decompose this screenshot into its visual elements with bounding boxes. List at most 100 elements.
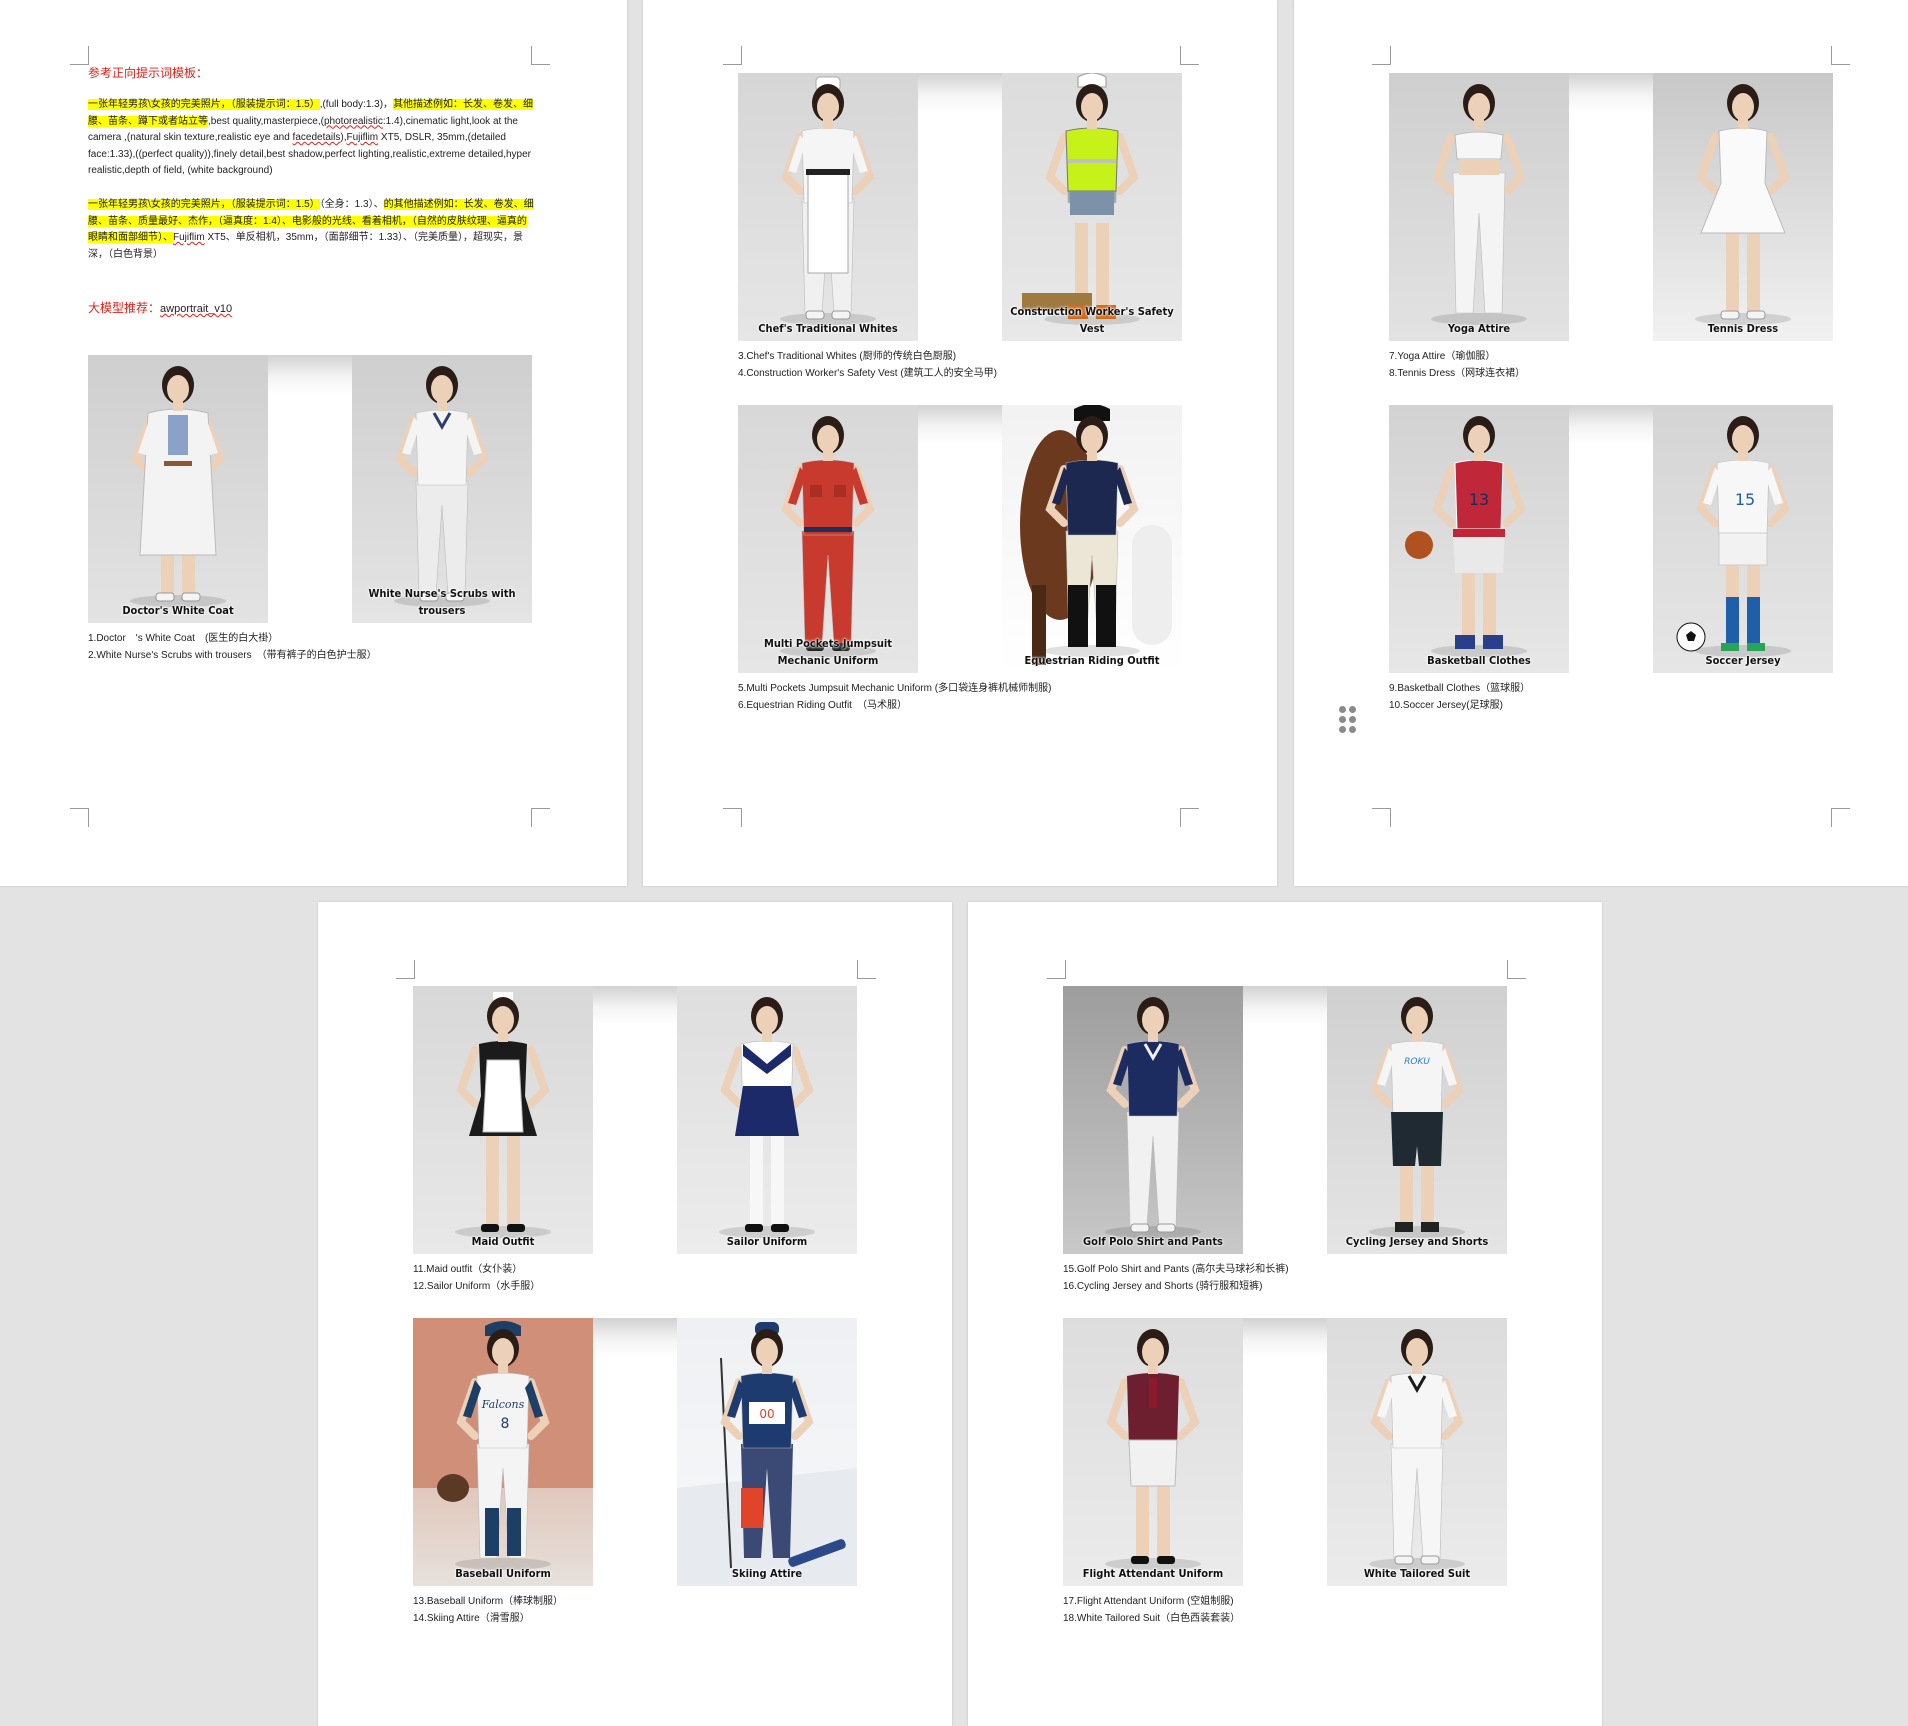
description-line: 8.Tennis Dress（网球连衣裙） <box>1389 368 1526 379</box>
margin-mark <box>1831 808 1850 827</box>
portrait-figure <box>1002 405 1182 673</box>
svg-text:15: 15 <box>1735 490 1755 509</box>
spellcheck-word: Fujiflim <box>346 132 379 143</box>
model-name: awportrait_v10 <box>160 303 233 315</box>
prompt-paragraph-en: 一张年轻男孩\女孩的完美照片，（服装提示词：1.5）,(full body:1.… <box>88 97 536 180</box>
photo-equestrian-outfit: Equestrian Riding Outfit <box>1002 405 1182 673</box>
description-line: 12.Sailor Uniform（水手服） <box>413 1281 541 1292</box>
portrait-figure <box>1063 986 1243 1254</box>
photo-doctor-white-coat: Doctor's White Coat <box>88 355 268 623</box>
photo-sailor-uniform: Sailor Uniform <box>677 986 857 1254</box>
description-line: 5.Multi Pockets Jumpsuit Mechanic Unifor… <box>738 683 1052 694</box>
margin-mark <box>70 46 89 65</box>
margin-mark <box>857 960 876 979</box>
caption-lines: 1.Doctor 's White Coat (医生的白大褂） 2.White … <box>88 630 377 664</box>
caption-lines: 13.Baseball Uniform（棒球制服） 14.Skiing Atti… <box>413 1593 563 1627</box>
photo-caption: Soccer Jersey <box>1705 654 1781 667</box>
description-line: 13.Baseball Uniform（棒球制服） <box>413 1596 564 1607</box>
spellcheck-word: photorealistic <box>323 115 383 127</box>
image-gap <box>1569 73 1655 341</box>
image-gap <box>593 1318 679 1586</box>
document-page-1: 参考正向提示词模板： 一张年轻男孩\女孩的完美照片，（服装提示词：1.5）,(f… <box>0 0 627 886</box>
photo-caption: Chef's Traditional Whites <box>758 322 898 335</box>
photo-caption: Doctor's White Coat <box>122 604 234 617</box>
portrait-figure: ROKU <box>1327 986 1507 1254</box>
caption-lines: 9.Basketball Clothes（篮球服） 10.Soccer Jers… <box>1389 680 1530 714</box>
photo-cycling-jersey: ROKU Cycling Jersey and Shorts <box>1327 986 1507 1254</box>
margin-mark <box>1180 46 1199 65</box>
photo-maid-outfit: Maid Outfit <box>413 986 593 1254</box>
document-page-2: Chef's Traditional Whites Construction W… <box>643 0 1277 886</box>
drag-handle-icon[interactable] <box>1339 706 1356 733</box>
portrait-figure: Falcons 8 <box>413 1318 593 1586</box>
portrait-figure <box>738 405 918 673</box>
caption-lines: 17.Flight Attendant Uniform (空姐制服) 18.Wh… <box>1063 1593 1240 1627</box>
svg-text:Falcons: Falcons <box>481 1398 525 1411</box>
description-line: 4.Construction Worker's Safety Vest (建筑工… <box>738 368 998 379</box>
description-line: 9.Basketball Clothes（篮球服） <box>1389 683 1531 694</box>
prompt-template-heading: 参考正向提示词模板： <box>88 66 209 80</box>
portrait-figure: 13 <box>1389 405 1569 673</box>
spellcheck-word: facedetails <box>292 132 341 143</box>
portrait-figure: 00 <box>677 1318 857 1586</box>
photo-caption: Golf Polo Shirt and Pants <box>1083 1235 1223 1248</box>
photo-mechanic-jumpsuit: Multi Pockets Jumpsuit Mechanic Uniform <box>738 405 918 673</box>
document-page-4: Maid Outfit Sailor Uniform 11.Maid outfi… <box>318 902 952 1726</box>
portrait-figure <box>1063 1318 1243 1586</box>
description-line: 3.Chef's Traditional Whites (厨师的传统白色厨服) <box>738 351 957 362</box>
svg-text:13: 13 <box>1469 490 1489 509</box>
photo-soccer-jersey: 15 Soccer Jersey <box>1653 405 1833 673</box>
margin-mark <box>1507 960 1526 979</box>
photo-caption: White Tailored Suit <box>1363 1567 1471 1580</box>
description-line: 7.Yoga Attire（瑜伽服） <box>1389 351 1496 362</box>
description-line: 1.Doctor 's White Coat (医生的白大褂） <box>88 633 279 644</box>
text-run: （全身：1.3）、 <box>319 199 384 210</box>
portrait-figure <box>413 986 593 1254</box>
margin-mark <box>723 46 742 65</box>
svg-text:8: 8 <box>501 1416 510 1432</box>
svg-text:ROKU: ROKU <box>1404 1057 1430 1067</box>
model-label: 大模型推荐： <box>88 301 161 315</box>
portrait-figure <box>677 986 857 1254</box>
margin-mark <box>70 808 89 827</box>
photo-chef-whites: Chef's Traditional Whites <box>738 73 918 341</box>
photo-flight-attendant: Flight Attendant Uniform <box>1063 1318 1243 1586</box>
photo-caption: Baseball Uniform <box>455 1567 551 1580</box>
caption-lines: 3.Chef's Traditional Whites (厨师的传统白色厨服) … <box>738 348 997 382</box>
model-recommendation: 大模型推荐：awportrait_v10 <box>88 299 232 316</box>
margin-mark <box>1831 46 1850 65</box>
caption-lines: 7.Yoga Attire（瑜伽服） 8.Tennis Dress（网球连衣裙） <box>1389 348 1525 382</box>
portrait-figure <box>352 355 532 623</box>
photo-basketball-clothes: 13 Basketball Clothes <box>1389 405 1569 673</box>
image-gap <box>918 405 1004 673</box>
image-gap <box>268 355 354 623</box>
text-run: ,(full body:1.3)， <box>319 99 394 110</box>
caption-lines: 15.Golf Polo Shirt and Pants (高尔夫马球衫和长裤)… <box>1063 1261 1289 1295</box>
photo-caption: Equestrian Riding Outfit <box>1024 654 1160 667</box>
description-line: 14.Skiing Attire（滑雪服） <box>413 1613 530 1624</box>
margin-mark <box>531 808 550 827</box>
description-line: 6.Equestrian Riding Outfit （马术服） <box>738 700 907 711</box>
margin-mark <box>723 808 742 827</box>
portrait-figure <box>1389 73 1569 341</box>
spellcheck-word: Fujiflim <box>173 232 205 243</box>
image-gap <box>1569 405 1655 673</box>
photo-white-suit: White Tailored Suit <box>1327 1318 1507 1586</box>
photo-caption: Basketball Clothes <box>1427 654 1531 667</box>
portrait-figure <box>1327 1318 1507 1586</box>
image-gap <box>1243 986 1329 1254</box>
margin-mark <box>1372 46 1391 65</box>
photo-baseball-uniform: Falcons 8 Baseball Uniform <box>413 1318 593 1586</box>
document-page-3: Yoga Attire Tennis Dress 7.Yoga Attire（瑜… <box>1294 0 1908 886</box>
portrait-figure <box>1002 73 1182 341</box>
portrait-figure <box>88 355 268 623</box>
margin-mark <box>1047 960 1066 979</box>
photo-golf-polo: Golf Polo Shirt and Pants <box>1063 986 1243 1254</box>
photo-safety-vest: Construction Worker's Safety Vest <box>1002 73 1182 341</box>
description-line: 10.Soccer Jersey(足球服) <box>1389 700 1503 711</box>
document-page-5: Golf Polo Shirt and Pants ROKU Cycling J… <box>968 902 1602 1726</box>
margin-mark <box>1180 808 1199 827</box>
image-gap <box>1243 1318 1329 1586</box>
portrait-figure <box>1653 73 1833 341</box>
margin-mark <box>1372 808 1391 827</box>
